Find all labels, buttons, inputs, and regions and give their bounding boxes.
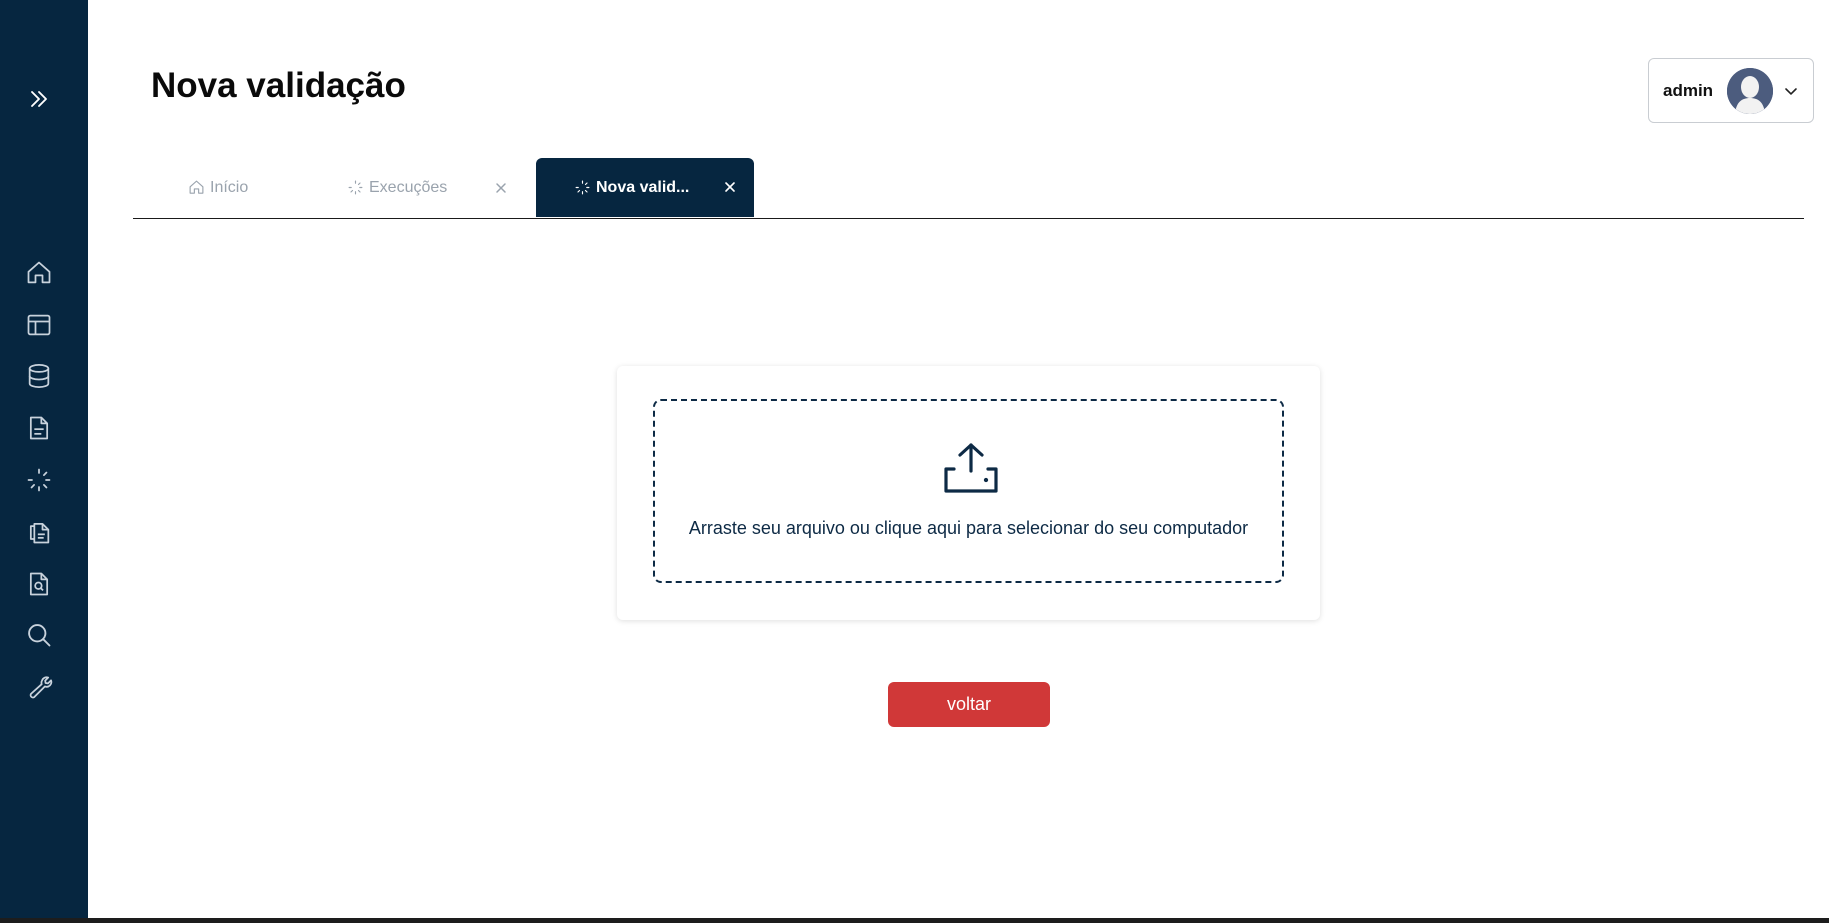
loader-icon — [575, 180, 590, 195]
page-title: Nova validação — [151, 66, 406, 105]
wrench-icon — [29, 676, 53, 699]
documents-icon — [29, 522, 50, 544]
home-icon — [27, 261, 51, 284]
chevron-down-icon — [1785, 87, 1797, 95]
tab-nova-validacao[interactable]: Nova valid... — [536, 158, 754, 217]
sidebar — [0, 0, 88, 923]
window-bottom-border — [0, 918, 1829, 923]
loader-icon — [348, 180, 363, 195]
tab-label: Nova valid... — [596, 178, 690, 196]
expand-double-chevron-icon — [31, 91, 47, 107]
tab-execucoes[interactable]: Execuções — [347, 158, 517, 217]
document-icon — [29, 416, 49, 440]
sidebar-item-executions[interactable] — [24, 465, 54, 495]
upload-icon — [944, 443, 998, 493]
sidebar-item-search[interactable] — [24, 620, 54, 650]
search-icon — [28, 624, 51, 647]
close-icon[interactable] — [494, 181, 508, 195]
sidebar-item-database[interactable] — [24, 361, 54, 391]
file-dropzone[interactable]: Arraste seu arquivo ou clique aqui para … — [653, 399, 1284, 583]
tab-bar: Início Execuções Nova valid... — [133, 158, 1804, 219]
back-button[interactable]: voltar — [888, 682, 1050, 727]
sidebar-item-documents[interactable] — [24, 517, 54, 547]
database-icon — [28, 364, 50, 388]
user-avatar-icon — [1727, 67, 1774, 114]
expand-sidebar-button[interactable] — [24, 84, 54, 114]
sidebar-item-layout[interactable] — [24, 310, 54, 340]
avatar — [1727, 67, 1774, 114]
upload-card: Arraste seu arquivo ou clique aqui para … — [617, 366, 1320, 620]
tab-inicio[interactable]: Início — [188, 158, 308, 217]
sidebar-item-home[interactable] — [24, 258, 54, 288]
user-name: admin — [1663, 80, 1714, 100]
tab-label: Execuções — [369, 178, 448, 196]
layout-icon — [27, 314, 51, 336]
sidebar-item-file-search[interactable] — [24, 569, 54, 599]
loader-icon — [27, 468, 51, 492]
tab-label: Início — [210, 178, 249, 196]
app-root: Nova validação admin Início Execuções No… — [0, 0, 1829, 923]
user-menu[interactable]: admin — [1648, 58, 1814, 123]
dropzone-instructions: Arraste seu arquivo ou clique aqui para … — [688, 518, 1249, 538]
home-icon — [189, 180, 204, 194]
close-icon[interactable] — [723, 180, 737, 194]
sidebar-item-document[interactable] — [24, 413, 54, 443]
sidebar-item-tools[interactable] — [24, 672, 54, 702]
file-search-icon — [29, 572, 49, 596]
